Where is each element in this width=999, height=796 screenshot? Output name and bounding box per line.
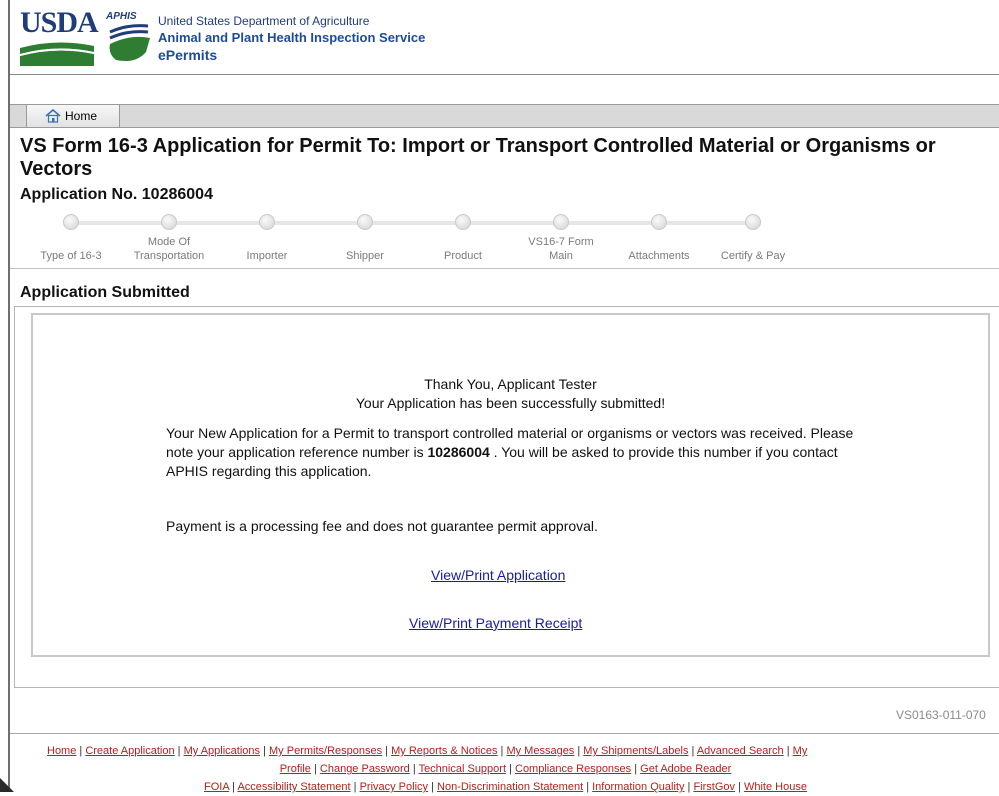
step-attachments: Attachments xyxy=(610,214,708,263)
reference-number: 10286004 xyxy=(427,444,490,460)
footer-link-my-profile[interactable]: My xyxy=(793,745,808,757)
footer-link-technical-support[interactable]: Technical Support xyxy=(419,763,506,775)
department-name: United States Department of Agriculture xyxy=(158,14,370,28)
step-dot xyxy=(553,214,569,230)
step-type-of-16-3: Type of 16-3 xyxy=(22,214,120,263)
nav-bar: Home xyxy=(10,104,999,128)
footer-link-my-applications[interactable]: My Applications xyxy=(184,745,260,757)
step-label: Product xyxy=(444,250,482,262)
header-divider xyxy=(10,74,999,75)
aphis-logo-icon xyxy=(109,24,150,61)
step-label: VS16-7 Form Main xyxy=(528,236,594,262)
footer-link-my-reports-notices[interactable]: My Reports & Notices xyxy=(391,745,497,757)
page-code: VS0163-011-070 xyxy=(896,708,986,722)
step-label: Attachments xyxy=(628,250,690,262)
footer-link-foia[interactable]: FOIA xyxy=(204,781,229,793)
footer-link-firstgov[interactable]: FirstGov xyxy=(693,781,735,793)
step-dot xyxy=(259,214,275,230)
step-dot xyxy=(745,214,761,230)
footer-divider xyxy=(10,733,999,734)
usda-logo-text: USDA xyxy=(20,6,99,39)
step-dot xyxy=(63,214,79,230)
step-shipper: Shipper xyxy=(316,214,414,263)
footer-link-change-password[interactable]: Change Password xyxy=(320,763,410,775)
step-label: Mode Of Transportation xyxy=(133,236,205,262)
browser-content: USDA APHIS United States Department of A… xyxy=(8,0,999,793)
confirmation-message: Your New Application for a Permit to tra… xyxy=(166,425,854,479)
home-tab-label: Home xyxy=(65,109,98,123)
step-label: Shipper xyxy=(346,250,384,262)
footer-link-create-application[interactable]: Create Application xyxy=(85,745,174,757)
page-title: VS Form 16-3 Application for Permit To: … xyxy=(20,135,936,180)
footer-row-2: Profile | Change Password | Technical Su… xyxy=(279,763,732,775)
system-name: ePermits xyxy=(158,47,218,63)
agency-name: Animal and Plant Health Inspection Servi… xyxy=(158,30,426,45)
step-importer: Importer xyxy=(218,214,316,263)
steps-divider xyxy=(10,268,999,269)
payment-note: Payment is a processing fee and does not… xyxy=(166,518,598,534)
confirmation-box: Thank You, Applicant Tester Your Applica… xyxy=(31,313,990,657)
footer-link-my-shipments-labels[interactable]: My Shipments/Labels xyxy=(583,745,688,757)
application-number: Application No. 10286004 xyxy=(20,186,213,203)
step-dot xyxy=(357,214,373,230)
footer-link-information-quality[interactable]: Information Quality xyxy=(592,781,684,793)
window-corner xyxy=(0,778,14,792)
view-print-payment-receipt-link[interactable]: View/Print Payment Receipt xyxy=(409,615,582,631)
step-vs16-7-form-main: VS16-7 Form Main xyxy=(512,214,610,263)
footer-link-home[interactable]: Home xyxy=(47,745,76,757)
usda-logo-icon[interactable] xyxy=(20,40,94,66)
step-label: Certify & Pay xyxy=(720,250,786,262)
footer-link-privacy-policy[interactable]: Privacy Policy xyxy=(360,781,428,793)
step-certify-pay: Certify & Pay xyxy=(704,214,802,263)
site-header: USDA APHIS United States Department of A… xyxy=(10,0,999,74)
home-tab[interactable]: Home xyxy=(26,105,120,127)
footer-row-3: FOIA | Accessibility Statement | Privacy… xyxy=(204,781,807,793)
footer-links: Home | Create Application | My Applicati… xyxy=(10,742,999,796)
step-product: Product xyxy=(414,214,512,263)
view-print-application-link[interactable]: View/Print Application xyxy=(431,567,565,583)
thank-you-line: Thank You, Applicant Tester xyxy=(424,376,597,392)
step-label: Importer xyxy=(246,250,288,262)
step-mode-of-transportation: Mode Of Transportation xyxy=(120,214,218,263)
confirmation-panel: Thank You, Applicant Tester Your Applica… xyxy=(14,306,999,688)
footer-link-accessibility-statement[interactable]: Accessibility Statement xyxy=(237,781,350,793)
step-dot xyxy=(161,214,177,230)
step-label: Type of 16-3 xyxy=(40,250,102,262)
section-title: Application Submitted xyxy=(20,284,190,301)
footer-link-profile[interactable]: Profile xyxy=(280,763,311,775)
thank-you-message: Thank You, Applicant Tester Your Applica… xyxy=(33,375,988,413)
home-icon xyxy=(45,109,61,123)
footer-link-white-house[interactable]: White House xyxy=(744,781,807,793)
footer-link-compliance-responses[interactable]: Compliance Responses xyxy=(515,763,631,775)
footer-link-advanced-search[interactable]: Advanced Search xyxy=(697,745,784,757)
footer-link-my-messages[interactable]: My Messages xyxy=(506,745,574,757)
footer-link-non-discrimination-statement[interactable]: Non-Discrimination Statement xyxy=(437,781,583,793)
step-dot xyxy=(455,214,471,230)
footer-link-get-adobe-reader[interactable]: Get Adobe Reader xyxy=(640,763,731,775)
submitted-line: Your Application has been successfully s… xyxy=(355,395,666,411)
step-dot xyxy=(651,214,667,230)
footer-row-1: Home | Create Application | My Applicati… xyxy=(47,745,808,757)
footer-link-my-permits-responses[interactable]: My Permits/Responses xyxy=(269,745,382,757)
